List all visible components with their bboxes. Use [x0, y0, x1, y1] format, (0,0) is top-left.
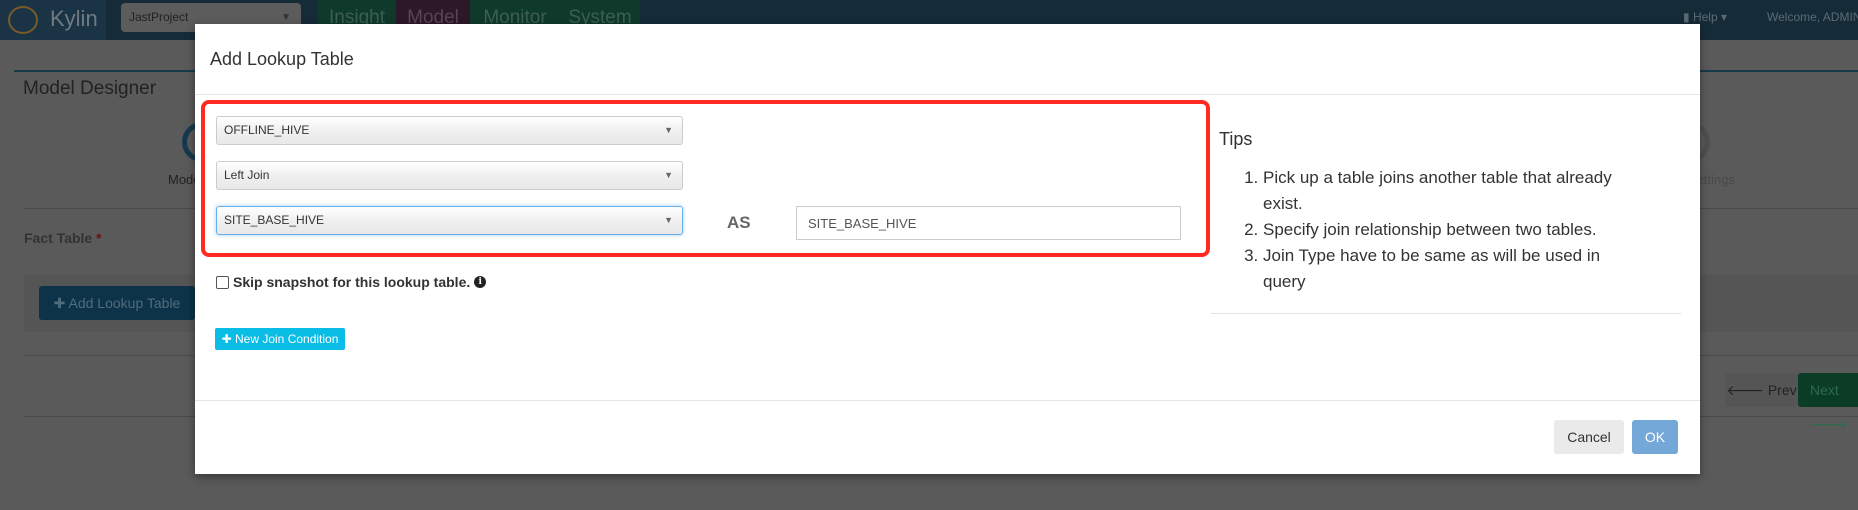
- source-table-value: OFFLINE_HIVE: [224, 123, 310, 137]
- arrow-right-icon: 🡒: [1810, 416, 1848, 432]
- skip-snapshot-checkbox[interactable]: [216, 275, 229, 289]
- modal-footer-divider: [195, 400, 1700, 401]
- tips-panel: Tips Pick up a table joins another table…: [1211, 99, 1681, 314]
- join-type-select[interactable]: Left Join ▼: [216, 161, 683, 190]
- fact-table-text: Fact Table: [24, 230, 93, 246]
- caret-down-icon: ▼: [664, 125, 673, 135]
- new-join-label: New Join Condition: [235, 332, 339, 346]
- ok-button[interactable]: OK: [1632, 420, 1678, 454]
- welcome-user[interactable]: Welcome, ADMIN: [1767, 0, 1858, 34]
- skip-snapshot-option[interactable]: Skip snapshot for this lookup table. i: [216, 274, 487, 290]
- tips-title: Tips: [1219, 129, 1253, 149]
- source-table-select[interactable]: OFFLINE_HIVE ▼: [216, 116, 683, 145]
- caret-down-icon: ▼: [664, 215, 673, 225]
- modal-title: Add Lookup Table: [210, 49, 354, 69]
- info-icon[interactable]: i: [474, 276, 487, 288]
- prev-button[interactable]: 🡐 Prev: [1725, 373, 1798, 407]
- arrow-left-icon: 🡐: [1726, 382, 1764, 398]
- modal-header-divider: [195, 94, 1700, 95]
- caret-down-icon: ▼: [664, 170, 673, 180]
- add-lookup-table-button[interactable]: ✚ Add Lookup Table: [39, 286, 195, 320]
- project-value: JastProject: [129, 10, 189, 24]
- lookup-table-select[interactable]: SITE_BASE_HIVE ▼: [216, 206, 683, 235]
- next-label: Next: [1810, 382, 1839, 398]
- add-lookup-table-modal: Add Lookup Table OFFLINE_HIVE ▼ Left Join…: [195, 24, 1700, 474]
- prev-label: Prev: [1767, 382, 1797, 398]
- book-icon: ▮: [1683, 10, 1693, 24]
- lookup-table-value: SITE_BASE_HIVE: [224, 213, 325, 227]
- skip-snapshot-label: Skip snapshot for this lookup table.: [233, 274, 471, 290]
- fact-table-label: Fact Table *: [24, 230, 102, 246]
- join-type-value: Left Join: [224, 168, 270, 182]
- tips-list: Pick up a table joins another table that…: [1241, 165, 1641, 295]
- next-button[interactable]: Next 🡒: [1798, 373, 1858, 432]
- tip-item: Specify join relationship between two ta…: [1263, 217, 1641, 243]
- tip-item: Join Type have to be same as will be use…: [1263, 243, 1641, 295]
- brand-label: Kylin: [50, 6, 98, 31]
- help-label: Help: [1692, 10, 1718, 24]
- add-lookup-label: Add Lookup Table: [68, 295, 181, 311]
- new-join-condition-button[interactable]: ✚ New Join Condition: [215, 328, 345, 350]
- as-label: AS: [727, 213, 751, 232]
- alias-input[interactable]: [796, 206, 1181, 240]
- page-title: Model Designer: [23, 78, 157, 99]
- cancel-button[interactable]: Cancel: [1554, 420, 1624, 454]
- required-mark: *: [96, 230, 102, 246]
- kylin-logo-icon: [8, 6, 38, 34]
- tip-item: Pick up a table joins another table that…: [1263, 165, 1641, 217]
